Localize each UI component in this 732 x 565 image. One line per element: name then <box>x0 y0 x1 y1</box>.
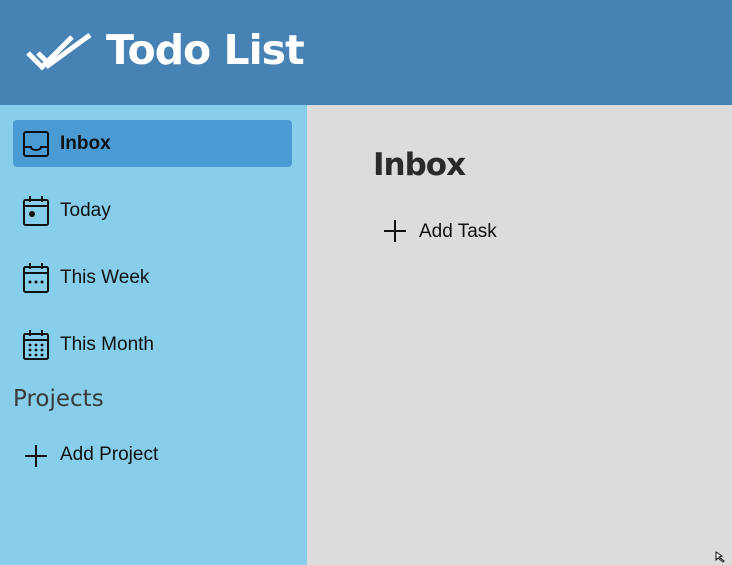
add-task-button[interactable]: Add Task <box>381 213 541 249</box>
sidebar-item-label: Inbox <box>60 133 111 154</box>
projects-heading: Projects <box>13 386 104 412</box>
app-title: Todo List <box>106 26 305 74</box>
main-content: Inbox Add Task <box>307 105 732 565</box>
calendar-week-icon <box>23 263 49 293</box>
calendar-month-icon <box>23 330 49 360</box>
add-project-label: Add Project <box>60 444 159 465</box>
calendar-day-icon <box>23 196 49 226</box>
page-title: Inbox <box>373 147 466 183</box>
sidebar-item-today[interactable]: Today <box>13 187 292 234</box>
add-project-button[interactable]: Add Project <box>13 431 292 478</box>
sidebar-item-this-month[interactable]: This Month <box>13 321 292 368</box>
sidebar-item-label: This Week <box>60 267 150 288</box>
sidebar-item-label: Today <box>60 200 111 221</box>
plus-icon <box>384 220 406 242</box>
plus-icon <box>25 445 47 467</box>
resize-cursor-icon <box>715 551 725 563</box>
app-header: Todo List <box>0 0 732 105</box>
add-task-label: Add Task <box>419 221 497 242</box>
sidebar-item-inbox[interactable]: Inbox <box>13 120 292 167</box>
sidebar: Inbox Today This Week This Month Project… <box>0 105 307 565</box>
double-check-icon <box>26 33 92 71</box>
inbox-tray-icon <box>23 131 49 157</box>
sidebar-item-label: This Month <box>60 334 154 355</box>
sidebar-item-this-week[interactable]: This Week <box>13 254 292 301</box>
